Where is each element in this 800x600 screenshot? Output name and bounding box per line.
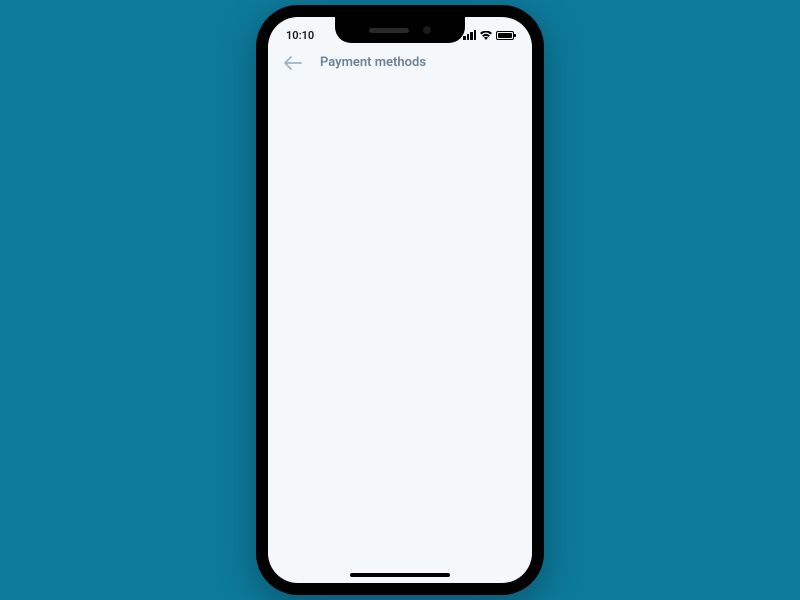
- cellular-signal-icon: [463, 30, 476, 40]
- phone-screen: 10:10 Payment methods: [268, 17, 532, 583]
- home-indicator[interactable]: [350, 573, 450, 577]
- notch-speaker: [369, 28, 409, 33]
- battery-icon: [496, 31, 514, 40]
- phone-device-frame: 10:10 Payment methods: [256, 5, 544, 595]
- phone-notch: [335, 17, 465, 43]
- page-title: Payment methods: [320, 55, 426, 70]
- notch-camera: [423, 26, 431, 34]
- status-time: 10:10: [286, 29, 336, 42]
- back-arrow-icon[interactable]: [284, 56, 302, 70]
- wifi-icon: [480, 31, 492, 40]
- app-header: Payment methods: [268, 47, 532, 78]
